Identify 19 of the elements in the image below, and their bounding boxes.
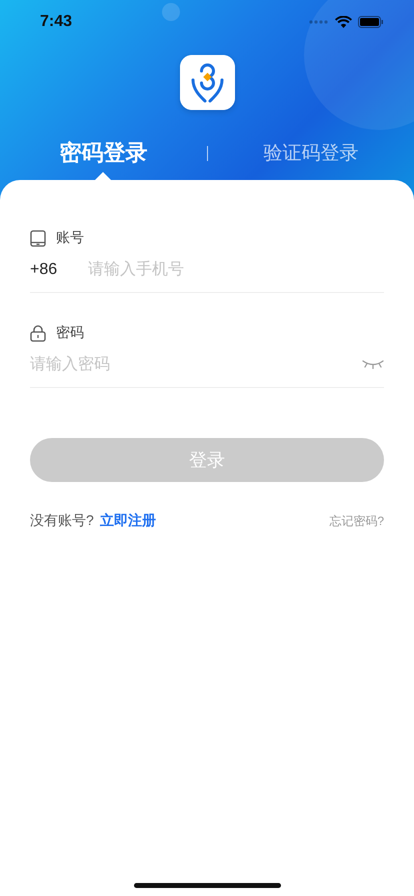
app-logo-icon (180, 55, 234, 110)
phone-icon (30, 230, 46, 246)
password-input[interactable]: 请输入密码 (30, 350, 362, 380)
status-time: 7:43 (40, 13, 72, 31)
eye-closed-icon[interactable] (362, 360, 384, 369)
password-label: 密码 (56, 324, 84, 342)
register-prompt: 没有账号? (30, 512, 94, 528)
battery-icon (358, 16, 384, 28)
decorative-circle (162, 3, 180, 21)
country-code[interactable]: +86 (30, 261, 88, 279)
lock-icon (30, 324, 46, 342)
wifi-icon (335, 16, 352, 28)
register-link[interactable]: 立即注册 (100, 512, 156, 528)
login-tab[interactable]: 密码登录 (55, 136, 152, 170)
forgot-password-link[interactable]: 忘记密码? (329, 512, 384, 530)
account-label: 账号 (56, 229, 84, 247)
phone-input[interactable]: 请输入手机号 (88, 255, 384, 285)
login-tab[interactable]: 验证码登录 (259, 138, 362, 168)
signal-icon (309, 20, 329, 24)
